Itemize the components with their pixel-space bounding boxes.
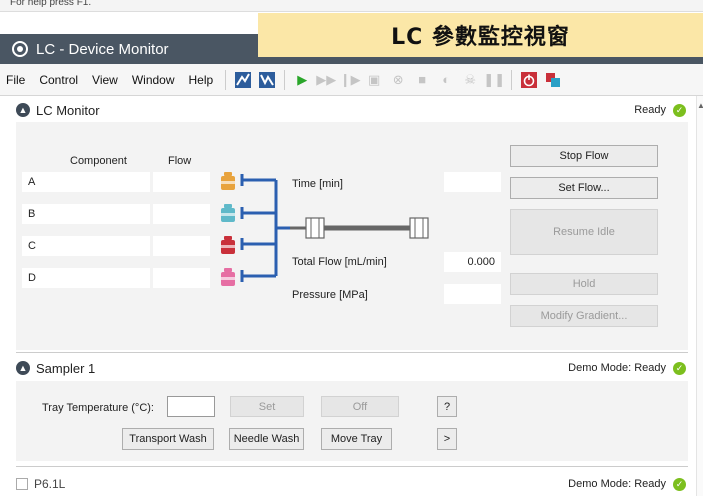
- component-label: C: [22, 236, 150, 256]
- component-label: A: [22, 172, 150, 192]
- p61l-header[interactable]: P6.1L Demo Mode: Ready ✓: [16, 472, 696, 496]
- status-label: Demo Mode: Ready: [568, 362, 666, 374]
- chart-alt-icon[interactable]: [257, 70, 277, 90]
- lc-monitor-header[interactable]: ▲ LC Monitor Ready ✓: [16, 98, 696, 122]
- chart-up-icon[interactable]: [233, 70, 253, 90]
- resume-idle-button[interactable]: Resume Idle: [510, 209, 658, 255]
- window-title: LC - Device Monitor: [36, 41, 169, 58]
- tray-temperature-label: Tray Temperature (°C):: [42, 402, 154, 414]
- status-label: Demo Mode: Ready: [568, 478, 666, 490]
- camera-icon[interactable]: ▣: [364, 70, 384, 90]
- toolbar-separator: [284, 69, 286, 90]
- column-header-component: Component: [70, 155, 127, 167]
- status-label: Ready: [634, 104, 666, 116]
- flow-field[interactable]: [153, 204, 210, 224]
- tray-temperature-input[interactable]: [167, 396, 215, 417]
- menu-help[interactable]: Help: [182, 73, 221, 87]
- pressure-label: Pressure [MPa]: [292, 289, 368, 301]
- titlebar-extension: [258, 57, 703, 64]
- section-divider: [16, 466, 688, 467]
- section-title: Sampler 1: [36, 360, 96, 376]
- off-button[interactable]: Off: [321, 396, 399, 417]
- component-label: B: [22, 204, 150, 224]
- sequence-icon[interactable]: ◐: [436, 70, 456, 90]
- check-icon: ✓: [673, 477, 686, 491]
- toolbar-separator: [511, 69, 513, 90]
- needle-wash-button[interactable]: Needle Wash: [229, 428, 304, 450]
- power-icon[interactable]: [519, 70, 539, 90]
- solvent-bottle-icon: [221, 236, 235, 254]
- help-text: For help press F1.: [10, 0, 92, 8]
- solvent-bottle-icon: [221, 204, 235, 222]
- collapse-icon[interactable]: ▲: [16, 103, 30, 117]
- pressure-value: [444, 284, 501, 304]
- flow-field[interactable]: [153, 268, 210, 288]
- window-titlebar: LC - Device Monitor: [0, 34, 258, 64]
- more-button[interactable]: >: [437, 428, 457, 450]
- toolbar-separator: [225, 69, 227, 90]
- network-icon[interactable]: [543, 70, 563, 90]
- menu-view[interactable]: View: [85, 73, 125, 87]
- section-title: LC Monitor: [36, 102, 100, 118]
- check-icon: ✓: [673, 361, 686, 375]
- total-flow-value: 0.000: [444, 252, 501, 272]
- status-help-strip: For help press F1.: [0, 0, 703, 12]
- stop-flow-button[interactable]: Stop Flow: [510, 145, 658, 167]
- collapse-icon[interactable]: ▲: [16, 361, 30, 375]
- modify-gradient-button[interactable]: Modify Gradient...: [510, 305, 658, 327]
- help-button[interactable]: ?: [437, 396, 457, 417]
- column-header-flow: Flow: [168, 155, 192, 167]
- menubar: File Control View Window Help ▶ ▶▶ ❙▶ ▣ …: [0, 64, 703, 96]
- app-logo-icon: [12, 41, 28, 57]
- time-value: [444, 172, 501, 192]
- scroll-up-icon[interactable]: ▲: [697, 101, 703, 110]
- pause-icon[interactable]: ❚❚: [483, 70, 505, 90]
- fast-forward-icon[interactable]: ▶▶: [316, 70, 336, 90]
- set-temperature-button[interactable]: Set: [230, 396, 304, 417]
- status-text: Demo Mode: Ready ✓: [568, 361, 696, 375]
- banner-text: LC 參數監控視窗: [391, 25, 570, 50]
- stop-circle-icon[interactable]: ⊗: [388, 70, 408, 90]
- section-divider: [16, 352, 688, 353]
- step-icon[interactable]: ❙▶: [340, 70, 361, 90]
- component-label: D: [22, 268, 150, 288]
- check-icon: ✓: [673, 103, 686, 117]
- menu-file[interactable]: File: [0, 73, 32, 87]
- square-stop-icon[interactable]: ■: [412, 70, 432, 90]
- transport-wash-button[interactable]: Transport Wash: [122, 428, 214, 450]
- hold-button[interactable]: Hold: [510, 273, 658, 295]
- sampler-icon[interactable]: ☠: [460, 70, 480, 90]
- banner-overlay: LC 參數監控視窗: [258, 13, 703, 57]
- column-icon: [290, 217, 429, 239]
- solvent-bottle-icon: [221, 268, 235, 286]
- sampler-header[interactable]: ▲ Sampler 1 Demo Mode: Ready ✓: [16, 356, 696, 380]
- set-flow-button[interactable]: Set Flow...: [510, 177, 658, 199]
- solvent-bottle-icon: [221, 172, 235, 190]
- section-title: P6.1L: [34, 477, 66, 491]
- play-icon[interactable]: ▶: [292, 70, 312, 90]
- scrollbar[interactable]: ▲: [696, 96, 703, 496]
- status-text: Demo Mode: Ready ✓: [568, 477, 696, 491]
- move-tray-button[interactable]: Move Tray: [321, 428, 392, 450]
- flow-field[interactable]: [153, 172, 210, 192]
- menu-window[interactable]: Window: [125, 73, 182, 87]
- total-flow-label: Total Flow [mL/min]: [292, 256, 387, 268]
- time-label: Time [min]: [292, 178, 343, 190]
- menu-control[interactable]: Control: [32, 73, 85, 87]
- status-text: Ready ✓: [634, 103, 696, 117]
- flow-field[interactable]: [153, 236, 210, 256]
- enable-checkbox[interactable]: [16, 478, 28, 490]
